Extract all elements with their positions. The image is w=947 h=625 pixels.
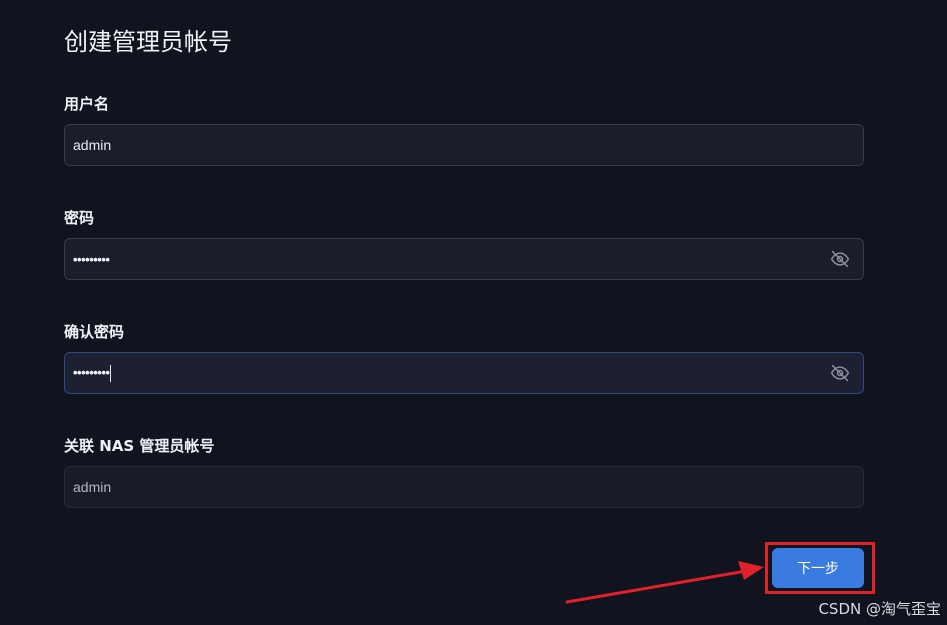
password-label: 密码 bbox=[64, 209, 95, 227]
text-caret bbox=[110, 364, 112, 382]
confirm-password-field[interactable]: ••••••••• bbox=[64, 352, 864, 394]
password-field[interactable]: ••••••••• bbox=[64, 238, 864, 280]
watermark: CSDN @淘气歪宝 bbox=[818, 600, 941, 618]
eye-off-icon[interactable] bbox=[829, 362, 851, 384]
confirm-password-label: 确认密码 bbox=[64, 323, 125, 341]
nas-admin-field: admin bbox=[64, 466, 864, 508]
username-value: admin bbox=[73, 137, 112, 153]
nas-admin-label: 关联 NAS 管理员帐号 bbox=[64, 437, 215, 455]
nas-admin-value: admin bbox=[73, 479, 112, 495]
username-field[interactable]: admin bbox=[64, 124, 864, 166]
password-mask: ••••••••• bbox=[73, 252, 110, 267]
confirm-password-mask: ••••••••• bbox=[73, 365, 110, 381]
red-arrow-annotation bbox=[565, 561, 764, 604]
page-title: 创建管理员帐号 bbox=[64, 28, 232, 56]
setup-page: 创建管理员帐号 用户名 admin 密码 ••••••••• 确认密码 ••••… bbox=[0, 0, 947, 625]
eye-off-icon[interactable] bbox=[829, 248, 851, 270]
next-button[interactable]: 下一步 bbox=[772, 548, 864, 588]
username-label: 用户名 bbox=[64, 95, 110, 113]
